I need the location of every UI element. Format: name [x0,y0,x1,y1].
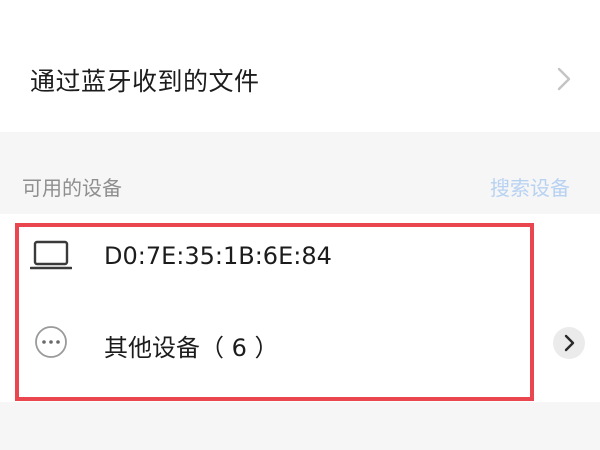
device-name: 其他设备（ 6 ） [104,334,279,362]
chevron-right-icon [557,67,571,91]
received-files-label: 通过蓝牙收到的文件 [30,67,260,96]
device-item-laptop[interactable]: D0:7E:35:1B:6E:84 [20,214,530,298]
section-title: 可用的设备 [22,176,122,200]
expand-chevron-button[interactable] [553,327,585,359]
bluetooth-settings-page: 通过蓝牙收到的文件 可用的设备 搜索设备 D0:7E:35:1B:6E:84 其… [0,0,600,450]
available-devices-header: 可用的设备 搜索设备 [0,132,600,214]
received-files-row[interactable]: 通过蓝牙收到的文件 [0,22,600,132]
top-cutoff-row [0,0,600,22]
search-devices-button[interactable]: 搜索设备 [490,172,570,201]
device-name: D0:7E:35:1B:6E:84 [104,242,332,270]
chevron-right-icon [564,334,575,352]
device-item-other[interactable]: 其他设备（ 6 ） [20,300,530,384]
more-dots-icon [35,326,67,358]
laptop-icon [30,240,72,270]
bottom-divider [0,402,600,450]
